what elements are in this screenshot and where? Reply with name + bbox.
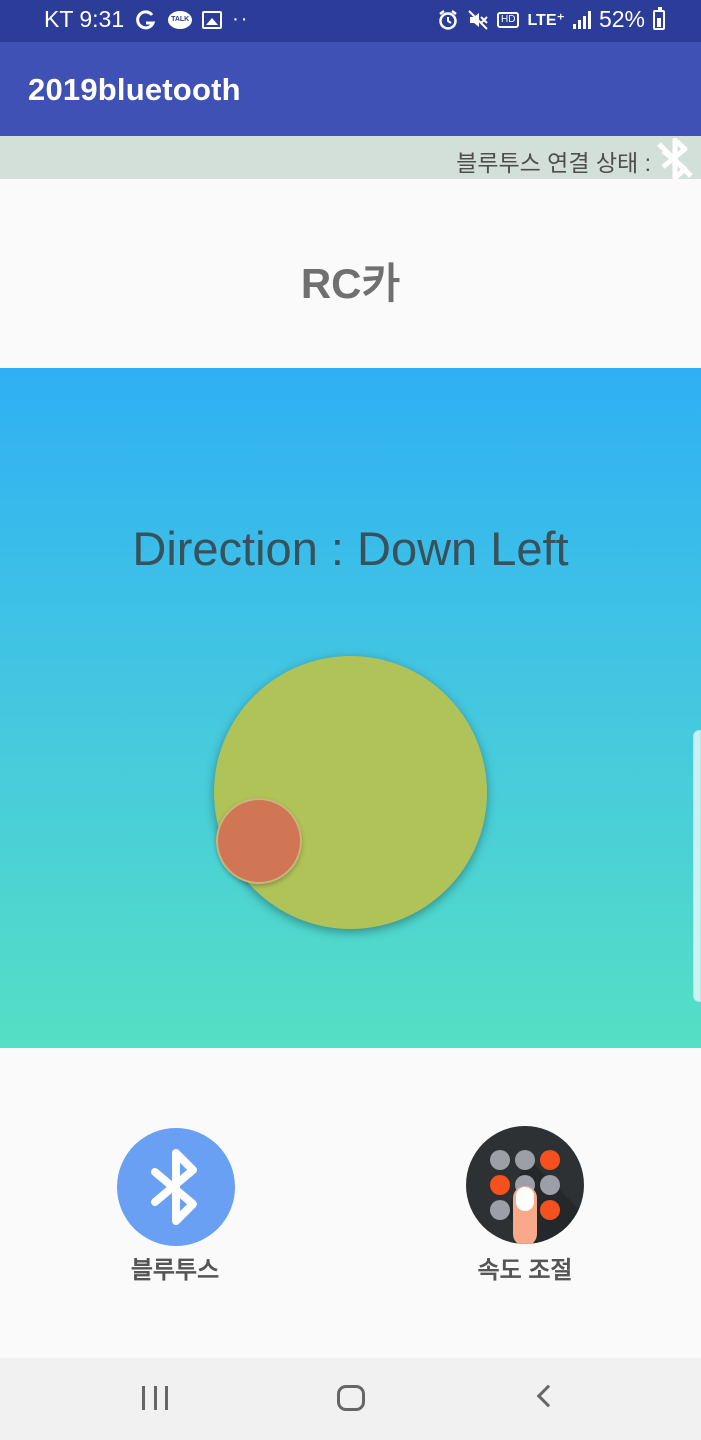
status-bar: KT 9:31 TALK ·· HD LTE⁺ 52%: [0, 0, 701, 42]
carrier-time: KT 9:31: [44, 6, 125, 32]
joystick-knob[interactable]: [216, 798, 302, 884]
battery-percent: 52%: [598, 6, 645, 32]
gallery-icon: [202, 10, 223, 29]
direction-readout: Direction : Down Left: [132, 522, 569, 575]
navigation-bar: [0, 1358, 701, 1440]
battery-icon: [653, 6, 665, 30]
speed-control-button[interactable]: [466, 1126, 584, 1244]
back-icon[interactable]: [536, 1384, 560, 1408]
joystick-base[interactable]: [214, 656, 487, 929]
kakaotalk-icon: TALK: [168, 10, 193, 29]
hd-voice-icon: HD: [497, 11, 520, 28]
lte-icon: LTE⁺: [527, 11, 565, 29]
bluetooth-button-label: 블루투스: [130, 1257, 220, 1284]
app-bar: 2019bluetooth: [0, 42, 701, 136]
speed-control-label: 속도 조절: [477, 1257, 573, 1284]
alarm-icon: [439, 9, 457, 30]
bluetooth-disabled-icon: [657, 138, 693, 180]
home-icon[interactable]: [337, 1385, 365, 1411]
joystick-panel: Direction : Down Left: [0, 368, 701, 1048]
edge-panel-handle[interactable]: [693, 730, 701, 1002]
mute-icon: [468, 9, 488, 30]
bluetooth-button[interactable]: [117, 1128, 235, 1246]
more-notifications-icon: ··: [232, 8, 250, 30]
status-right: HD LTE⁺ 52%: [437, 6, 665, 33]
bluetooth-status-label: 블루투스 연결 상태 :: [456, 150, 651, 176]
status-left: KT 9:31 TALK ··: [44, 6, 249, 33]
recents-icon[interactable]: [142, 1386, 168, 1410]
app-title: 2019bluetooth: [28, 72, 241, 107]
signal-icon: [572, 10, 591, 29]
page-title: RC카: [300, 260, 401, 307]
speed-keypad-icon: [490, 1150, 584, 1244]
bluetooth-status-bar: 블루투스 연결 상태 :: [0, 136, 701, 180]
bluetooth-icon: [151, 1149, 197, 1225]
g-sync-icon: [136, 9, 156, 29]
